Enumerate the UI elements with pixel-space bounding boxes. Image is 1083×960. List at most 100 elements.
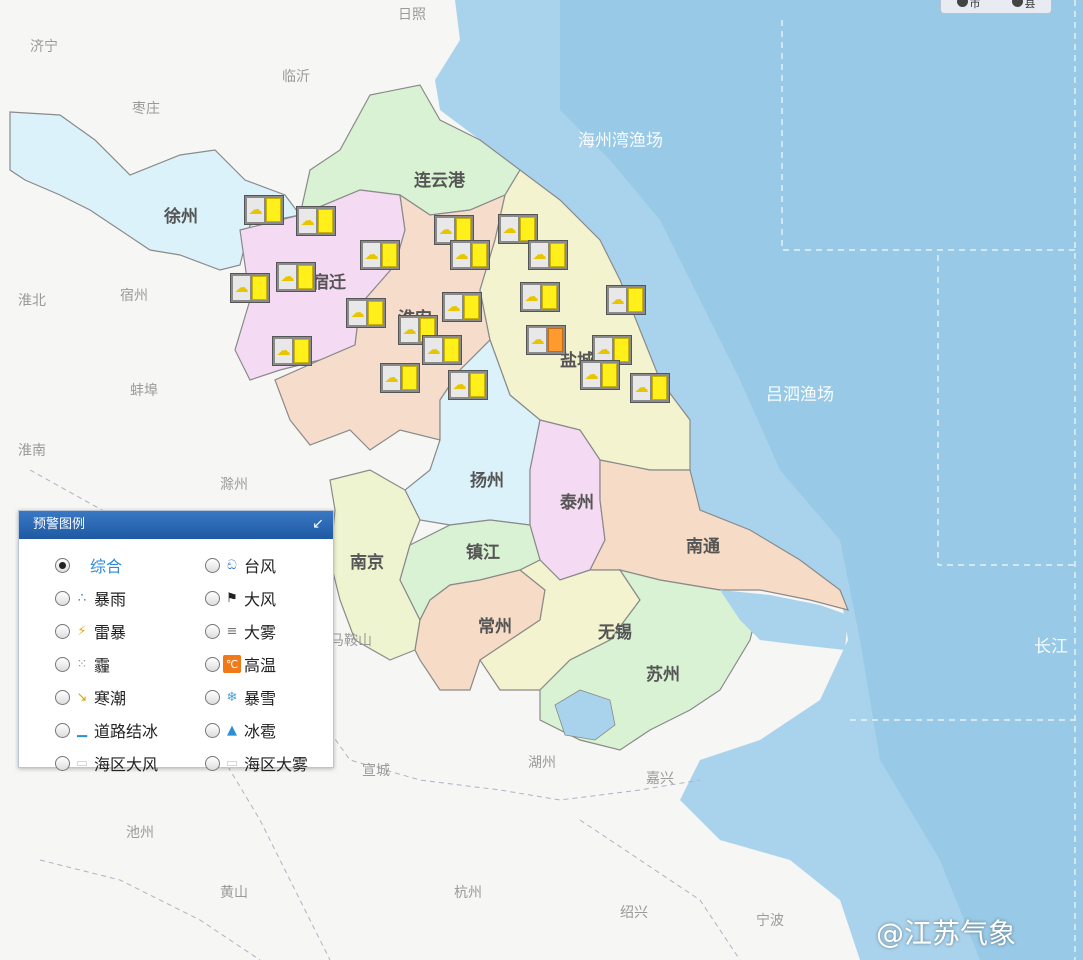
rainstorm-warning-marker[interactable]: ☁ xyxy=(276,262,316,292)
rainstorm-warning-marker[interactable]: ☁ xyxy=(520,282,560,312)
legend-option-label: 道路结冰 xyxy=(94,722,159,741)
rainstorm-icon: ☁ xyxy=(275,339,292,363)
radio-button[interactable] xyxy=(205,755,220,771)
legend-option[interactable]: ↘ 寒潮 xyxy=(55,685,126,709)
legend-title: 预警图例 xyxy=(33,517,86,532)
rainstorm-warning-marker[interactable]: ☁ xyxy=(630,373,670,403)
legend-option[interactable]: ⚑ 大风 xyxy=(205,586,276,610)
legend-option[interactable]: ▲ 冰雹 xyxy=(205,718,276,742)
rainstorm-icon: ☁ xyxy=(529,328,546,352)
warning-level-swatch xyxy=(613,338,629,362)
rainstorm-icon: ☁ xyxy=(453,243,470,267)
warning-level-swatch xyxy=(627,288,643,312)
city-label-wuxi[interactable]: 无锡 xyxy=(598,618,632,643)
legend-option[interactable]: ⁙ 霾 xyxy=(55,652,110,676)
city-label-suqian[interactable]: 宿迁 xyxy=(312,268,346,293)
rainstorm-warning-marker[interactable]: ☁ xyxy=(450,240,490,270)
rainstorm-icon: ☁ xyxy=(609,288,626,312)
legend-option[interactable]: ℃ 高温 xyxy=(205,652,276,676)
warning-level-swatch xyxy=(265,198,281,222)
city-label-lianyungang[interactable]: 连云港 xyxy=(414,166,465,191)
city-label-nantong[interactable]: 南通 xyxy=(686,532,720,557)
rainstorm-warning-marker[interactable]: ☁ xyxy=(528,240,568,270)
rainstorm-warning-marker[interactable]: ☁ xyxy=(272,336,312,366)
place-label: 黄山 xyxy=(220,885,248,901)
legend-option[interactable]: ▭ 海区大雾 xyxy=(205,751,308,775)
legend-option[interactable]: ❄ 暴雪 xyxy=(205,685,276,709)
warning-level-swatch xyxy=(443,338,459,362)
legend-option[interactable]: 综合 xyxy=(55,553,122,577)
legend-option[interactable]: ⚡ 雷暴 xyxy=(55,619,126,643)
rainstorm-warning-marker[interactable]: ☁ xyxy=(580,360,620,390)
radio-button[interactable] xyxy=(55,656,70,672)
toggle-county[interactable]: 县 xyxy=(1011,0,1036,11)
rainstorm-warning-marker[interactable]: ☁ xyxy=(380,363,420,393)
fog-icon: ≡ xyxy=(226,623,238,639)
sea-gale-icon: ▭ xyxy=(75,755,89,771)
sea-label-haizhouwan: 海州湾渔场 xyxy=(578,131,663,151)
map-canvas[interactable] xyxy=(0,0,1083,960)
rainstorm-warning-marker[interactable]: ☁ xyxy=(448,370,488,400)
legend-option-label: 暴雪 xyxy=(244,689,277,708)
gale-icon: ⚑ xyxy=(226,590,238,606)
rainstorm-icon: ☁ xyxy=(445,295,462,319)
place-label: 嘉兴 xyxy=(646,771,674,787)
warning-level-swatch xyxy=(297,265,313,289)
city-label-changzhou[interactable]: 常州 xyxy=(478,612,512,637)
hail-icon: ▲ xyxy=(227,722,237,738)
warning-level-swatch xyxy=(469,373,485,397)
legend-option[interactable]: ▭ 海区大风 xyxy=(55,751,158,775)
rainstorm-icon: ☁ xyxy=(363,243,380,267)
radio-button[interactable] xyxy=(55,623,70,639)
radio-button[interactable] xyxy=(55,755,70,771)
legend-option-label: 雷暴 xyxy=(94,623,127,642)
radio-button[interactable] xyxy=(205,722,220,738)
warning-level-swatch xyxy=(519,217,535,241)
rainstorm-warning-marker[interactable]: ☁ xyxy=(296,206,336,236)
rainstorm-warning-marker[interactable]: ☁ xyxy=(442,292,482,322)
city-label-suzhou[interactable]: 苏州 xyxy=(646,660,680,685)
warning-legend-panel: 预警图例 ↙ 综合 ඩ 台风 ∴ 暴雨 ⚑ 大风 ⚡ 雷暴 ≡ 大雾 ⁙ 霾 ℃ 高温 ↘ 寒潮 ❄ 暴雪 ▁ 道路结冰… xyxy=(18,510,334,774)
warning-level-swatch xyxy=(455,218,471,242)
radio-button[interactable] xyxy=(205,689,220,705)
collapse-icon[interactable]: ↙ xyxy=(309,515,327,533)
place-label: 池州 xyxy=(126,825,154,841)
legend-option[interactable]: ▁ 道路结冰 xyxy=(55,718,158,742)
radio-button[interactable] xyxy=(205,623,220,639)
sea-label-lvsi: 吕泗渔场 xyxy=(766,385,834,405)
radio-button[interactable] xyxy=(205,590,220,606)
radio-button[interactable] xyxy=(55,722,70,738)
rainstorm-warning-marker[interactable]: ☁ xyxy=(230,273,270,303)
radio-button[interactable] xyxy=(55,590,70,606)
city-label-nanjing[interactable]: 南京 xyxy=(350,548,384,573)
warning-map-view: 市 县 日照 济宁 临沂 枣庄 淮北 宿州 蚌埠 淮南 滁州 马鞍山 宣城 湖州… xyxy=(0,0,1083,960)
radio-button[interactable] xyxy=(205,557,220,573)
radio-button[interactable] xyxy=(55,557,70,573)
rainstorm-warning-marker[interactable]: ☁ xyxy=(606,285,646,315)
place-label: 淮北 xyxy=(18,293,46,309)
toggle-city[interactable]: 市 xyxy=(956,0,981,11)
legend-option[interactable]: ≡ 大雾 xyxy=(205,619,276,643)
legend-option-label: 大风 xyxy=(244,590,277,609)
legend-option[interactable]: ඩ 台风 xyxy=(205,553,276,577)
radio-button[interactable] xyxy=(205,656,220,672)
rainstorm-warning-marker[interactable]: ☁ xyxy=(526,325,566,355)
warning-level-swatch xyxy=(251,276,267,300)
rainstorm-warning-marker[interactable]: ☁ xyxy=(346,298,386,328)
radio-button[interactable] xyxy=(55,689,70,705)
legend-option-label: 高温 xyxy=(244,656,277,675)
legend-option-label: 大雾 xyxy=(244,623,277,642)
city-label-zhenjiang[interactable]: 镇江 xyxy=(466,538,500,563)
city-label-xuzhou[interactable]: 徐州 xyxy=(164,202,198,227)
city-label-yangzhou[interactable]: 扬州 xyxy=(470,466,504,491)
place-label: 湖州 xyxy=(528,755,556,771)
legend-option[interactable]: ∴ 暴雨 xyxy=(55,586,126,610)
warning-level-swatch xyxy=(401,366,417,390)
city-label-taizhou[interactable]: 泰州 xyxy=(560,488,594,513)
thunderstorm-icon: ⚡ xyxy=(77,623,87,639)
rainstorm-warning-marker[interactable]: ☁ xyxy=(422,335,462,365)
rainstorm-warning-marker[interactable]: ☁ xyxy=(244,195,284,225)
county-checkbox-icon xyxy=(1011,0,1023,7)
warning-level-swatch xyxy=(651,376,667,400)
rainstorm-warning-marker[interactable]: ☁ xyxy=(360,240,400,270)
